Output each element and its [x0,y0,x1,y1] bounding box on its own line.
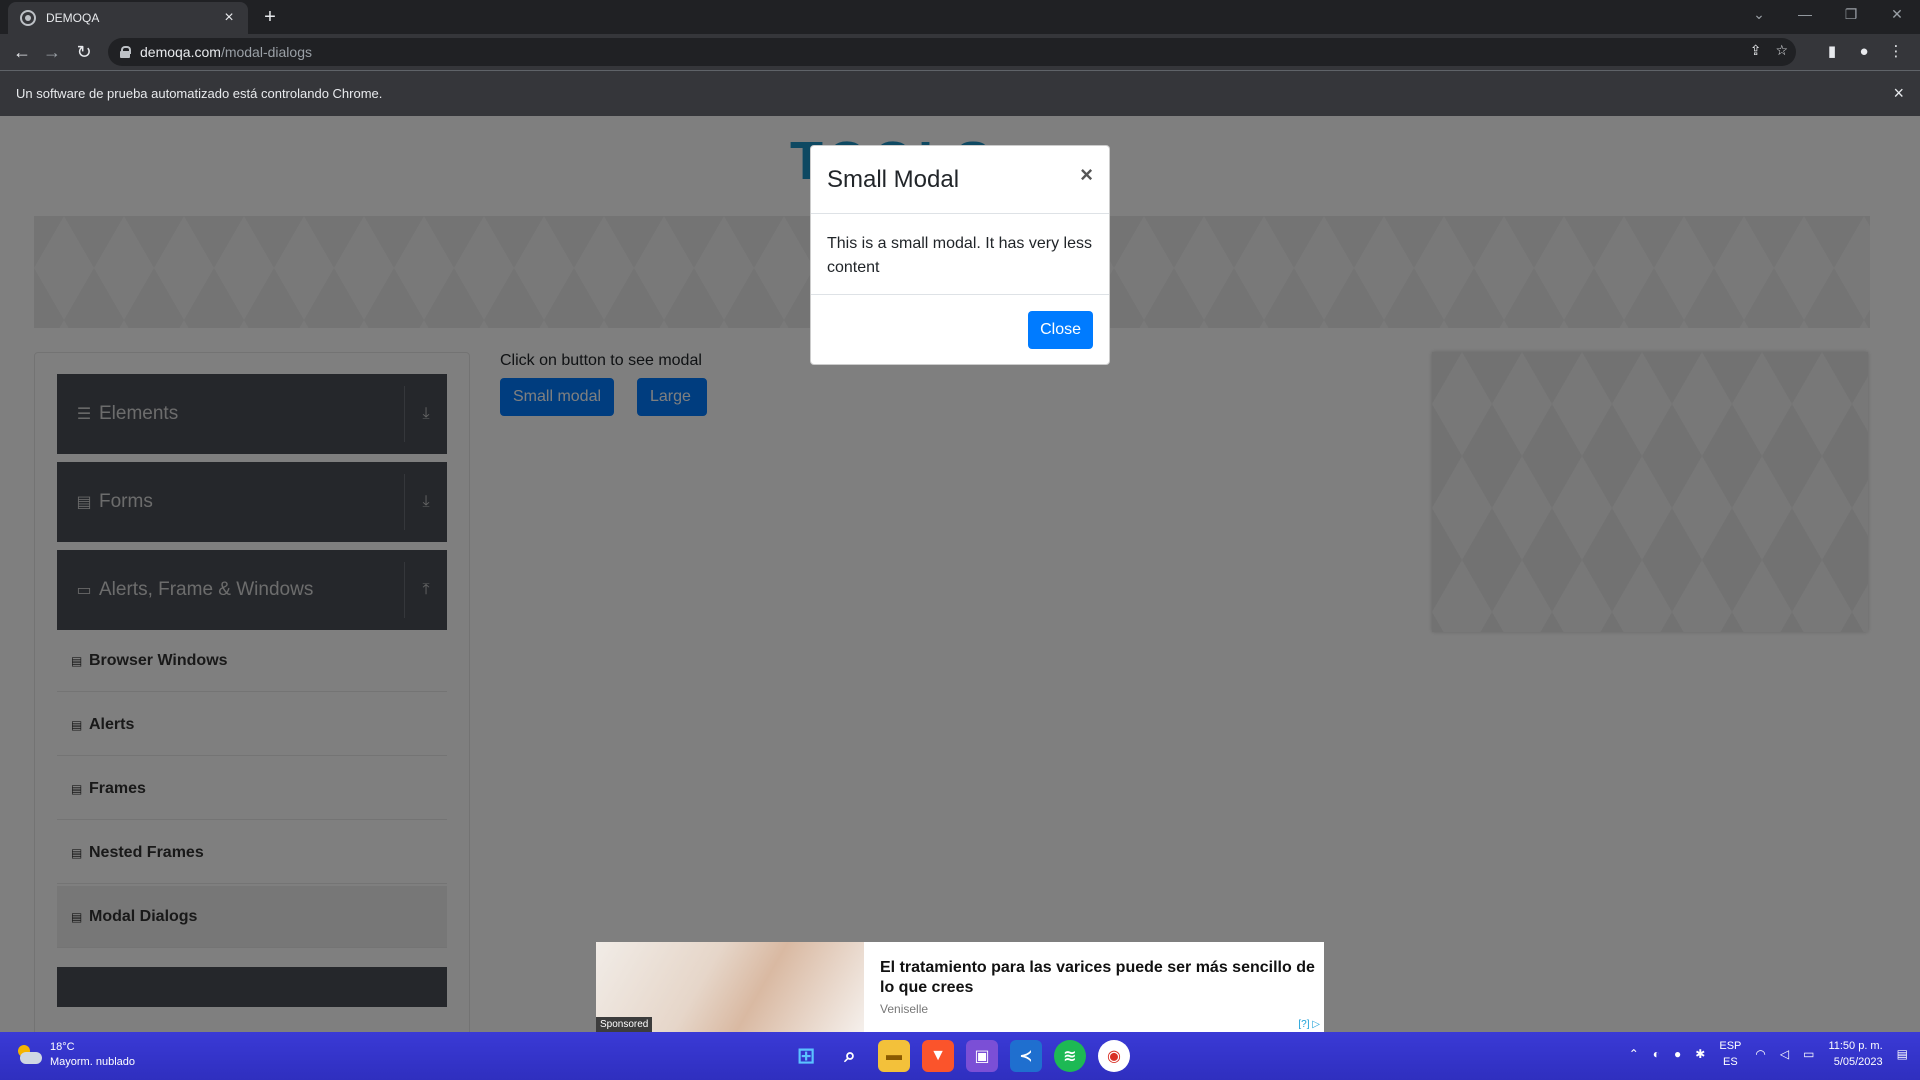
taskbar-apps: ⊞ ⌕ ▬ ▼ ▣ ≺ ≋ ◉ [790,1040,1130,1072]
menu-kebab-icon[interactable]: ⋮ [1884,40,1908,64]
spotify-icon[interactable]: ≋ [1054,1040,1086,1072]
restore-button[interactable]: ❐ [1828,0,1874,30]
tray-app-icon-2[interactable]: ● [1674,1047,1681,1061]
ad-headline[interactable]: El tratamiento para las varices puede se… [880,958,1316,998]
windows-start-icon[interactable]: ⊞ [790,1040,822,1072]
weather-condition: Mayorm. nublado [50,1056,135,1068]
weather-temp: 18°C [50,1041,75,1053]
language-indicator[interactable]: ESP ES [1719,1038,1741,1070]
tab-strip: DEMOQA × + ⌄ — ❐ ✕ [0,0,1920,34]
wifi-icon[interactable]: ◠ [1755,1047,1765,1061]
url-path: /modal-dialogs [220,44,312,60]
notification-icon[interactable]: ▤ [1897,1047,1908,1061]
forward-arrow-icon[interactable]: → [40,40,64,64]
windows-taskbar: 18°C Mayorm. nublado ⊞ ⌕ ▬ ▼ ▣ ≺ ≋ ◉ ⌃ ◐… [0,1032,1920,1080]
chrome-icon[interactable]: ◉ [1098,1040,1130,1072]
clock-date: 5/05/2023 [1833,1056,1883,1068]
browser-tab[interactable]: DEMOQA × [8,2,248,34]
new-tab-button[interactable]: + [258,5,282,29]
battery-icon[interactable]: ▭ [1803,1047,1814,1061]
tab-search-button[interactable]: ⌄ [1736,0,1782,30]
clock[interactable]: 11:50 p. m. 5/05/2023 [1828,1038,1882,1070]
chevron-up-icon[interactable]: ⌃ [1629,1047,1639,1061]
profile-icon[interactable]: ● [1852,40,1876,64]
weather-widget[interactable]: 18°C Mayorm. nublado [16,1040,135,1070]
infobar-text: Un software de prueba automatizado está … [16,86,383,101]
clock-time: 11:50 p. m. [1828,1040,1883,1052]
bookmark-star-icon[interactable]: ☆ [1775,42,1788,59]
tab-title: DEMOQA [46,11,100,25]
bottom-ad-banner[interactable]: Sponsored El tratamiento para las varice… [596,942,1324,1032]
lang-region: ES [1723,1056,1738,1068]
tab-close-button[interactable]: × [220,9,238,27]
search-icon[interactable]: ⌕ [834,1040,866,1072]
ad-sponsored-label: Sponsored [596,1017,653,1032]
share-icon[interactable]: ⇪ [1750,42,1762,59]
vscode-icon[interactable]: ≺ [1010,1040,1042,1072]
brave-browser-icon[interactable]: ▼ [922,1040,954,1072]
partly-cloudy-icon [16,1045,42,1065]
reload-icon[interactable]: ↻ [72,40,96,64]
infobar-close-button[interactable]: × [1893,83,1904,104]
automation-infobar: Un software de prueba automatizado está … [0,70,1920,116]
back-arrow-icon[interactable]: ← [10,40,34,64]
close-small-modal-button[interactable]: Close [1028,311,1093,349]
ad-brand[interactable]: Veniselle [880,1002,928,1016]
minimize-button[interactable]: — [1782,0,1828,30]
lang-code: ESP [1719,1040,1742,1052]
address-bar[interactable]: demoqa.com/modal-dialogs ⇪ ☆ [108,38,1796,66]
app-icon[interactable]: ▣ [966,1040,998,1072]
url-host: demoqa.com [140,44,221,60]
modal-close-x-icon[interactable]: × [1080,164,1093,186]
file-explorer-icon[interactable]: ▬ [878,1040,910,1072]
browser-toolbar: ← → ↻ demoqa.com/modal-dialogs ⇪ ☆ ▮ ● ⋮ [0,34,1920,70]
modal-title: Small Modal [827,165,960,193]
bluetooth-icon[interactable]: ✱ [1695,1047,1705,1061]
lock-icon[interactable] [120,46,131,58]
modal-footer: Close [811,295,1109,365]
modal-header: Small Modal × [811,146,1109,214]
adchoices-icon[interactable]: [?] ▷ [1298,1019,1320,1030]
modal-body: This is a small modal. It has very less … [811,214,1109,295]
volume-icon[interactable]: ◁ [1780,1047,1789,1061]
small-modal-dialog: Small Modal × This is a small modal. It … [810,145,1110,365]
side-panel-icon[interactable]: ▮ [1820,40,1844,64]
system-tray: ⌃ ◐ ● ✱ ESP ES ◠ ◁ ▭ 11:50 p. m. 5/05/20… [1629,1038,1908,1070]
window-close-button[interactable]: ✕ [1874,0,1920,30]
tray-app-icon[interactable]: ◐ [1653,1047,1660,1061]
globe-icon [20,10,36,26]
